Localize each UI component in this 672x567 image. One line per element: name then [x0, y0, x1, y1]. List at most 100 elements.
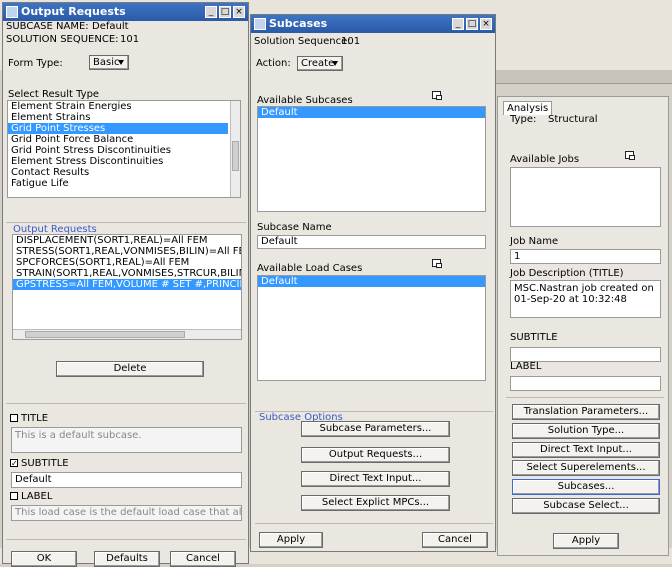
- list-item[interactable]: Grid Point Force Balance: [8, 134, 240, 145]
- list-item[interactable]: GPSTRESS=All FEM,VOLUME # SET #,PRINCIPA: [13, 279, 241, 290]
- solution-sequence-value: 101: [341, 36, 361, 47]
- subtitle-checkbox[interactable]: ✓: [10, 459, 18, 468]
- list-item[interactable]: Element Stress Discontinuities: [8, 156, 240, 167]
- output-requests-button[interactable]: Output Requests...: [301, 447, 450, 463]
- list-item[interactable]: Fatigue Life: [8, 178, 240, 189]
- available-load-cases-label: Available Load Cases: [257, 263, 363, 274]
- ok-button[interactable]: OK: [11, 551, 77, 567]
- output-requests-title: Output Requests: [21, 5, 126, 18]
- subcases-cancel-button[interactable]: Cancel: [422, 532, 488, 548]
- label-checkbox-label: LABEL: [21, 491, 53, 502]
- output-requests-window: Output Requests _ □ × SUBCASE NAME: Defa…: [2, 2, 249, 567]
- form-type-value: Basic: [93, 57, 120, 68]
- window-icon: [6, 6, 18, 18]
- scroll-thumb[interactable]: [232, 141, 239, 171]
- job-description-line1: MSC.Nastran job created on: [514, 283, 654, 294]
- list-item[interactable]: Default: [258, 107, 485, 118]
- list-item[interactable]: Element Strain Energies: [8, 101, 240, 112]
- subtitle-field[interactable]: [510, 347, 661, 362]
- minimize-icon[interactable]: _: [205, 6, 217, 18]
- subcase-parameters-button[interactable]: Subcase Parameters...: [301, 421, 450, 437]
- available-jobs-list[interactable]: [510, 167, 661, 227]
- subcase-name-label: Subcase Name: [257, 222, 332, 233]
- select-result-type-label: Select Result Type: [8, 89, 100, 100]
- select-superelements-button[interactable]: Select Superelements...: [512, 460, 660, 476]
- subcases-window: Subcases _ □ × Solution Sequence: 101 Ac…: [250, 14, 496, 552]
- available-subcases-list[interactable]: Default: [257, 106, 486, 212]
- type-label: Type:: [510, 114, 537, 125]
- action-dropdown[interactable]: Create: [297, 56, 343, 71]
- solution-sequence-label: SOLUTION SEQUENCE:: [6, 34, 119, 45]
- available-subcases-label: Available Subcases: [257, 95, 353, 106]
- form-type-dropdown[interactable]: Basic: [89, 55, 129, 70]
- direct-text-input-button[interactable]: Direct Text Input...: [301, 471, 450, 487]
- maximize-icon[interactable]: □: [466, 18, 478, 30]
- subcase-select-button[interactable]: Subcase Select...: [512, 498, 660, 514]
- output-requests-titlebar[interactable]: Output Requests _ □ ×: [3, 3, 248, 21]
- defaults-button[interactable]: Defaults: [94, 551, 160, 567]
- separator: [255, 411, 493, 412]
- analysis-panel: Analysis Type: Structural Available Jobs…: [497, 96, 669, 556]
- analysis-tab[interactable]: Analysis: [503, 101, 553, 115]
- list-item[interactable]: Grid Point Stress Discontinuities: [8, 145, 240, 156]
- chevron-down-icon: [332, 61, 338, 66]
- subcases-titlebar[interactable]: Subcases _ □ ×: [251, 15, 495, 33]
- output-requests-list[interactable]: DISPLACEMENT(SORT1,REAL)=All FEM STRESS(…: [12, 234, 242, 340]
- separator: [6, 222, 246, 223]
- subcases-button[interactable]: Subcases...: [512, 479, 660, 495]
- action-label: Action:: [256, 58, 291, 69]
- select-explicit-mpcs-button[interactable]: Select Explict MPCs...: [301, 495, 450, 511]
- subcase-name-field[interactable]: Default: [257, 235, 486, 249]
- subcase-name-value: Default: [92, 21, 129, 32]
- list-item[interactable]: Default: [258, 276, 485, 287]
- output-requests-scrollbar[interactable]: [13, 329, 241, 339]
- label-field[interactable]: This load case is the default load case …: [11, 505, 242, 521]
- label-field[interactable]: [510, 376, 661, 391]
- filter-icon[interactable]: [432, 259, 442, 268]
- job-description-label: Job Description (TITLE): [510, 268, 624, 279]
- background-toolbar-strip: [490, 70, 672, 84]
- list-item[interactable]: SPCFORCES(SORT1,REAL)=All FEM: [13, 257, 241, 268]
- analysis-apply-button[interactable]: Apply: [553, 533, 619, 549]
- list-item[interactable]: Element Strains: [8, 112, 240, 123]
- maximize-icon[interactable]: □: [219, 6, 231, 18]
- filter-icon[interactable]: [625, 151, 635, 160]
- title-checkbox-label: TITLE: [21, 413, 49, 424]
- job-description-line2: 01-Sep-20 at 10:32:48: [514, 294, 627, 305]
- title-field[interactable]: This is a default subcase.: [11, 427, 242, 453]
- list-item[interactable]: Contact Results: [8, 167, 240, 178]
- list-item[interactable]: DISPLACEMENT(SORT1,REAL)=All FEM: [13, 235, 241, 246]
- delete-button[interactable]: Delete: [56, 361, 204, 377]
- solution-sequence-label: Solution Sequence:: [254, 36, 351, 47]
- available-load-cases-list[interactable]: Default: [257, 275, 486, 381]
- subtitle-label: SUBTITLE: [510, 332, 558, 343]
- translation-parameters-button[interactable]: Translation Parameters...: [512, 404, 660, 420]
- cancel-button[interactable]: Cancel: [170, 551, 236, 567]
- result-type-scrollbar[interactable]: [230, 101, 240, 197]
- available-jobs-label: Available Jobs: [510, 154, 580, 165]
- subtitle-field[interactable]: Default: [11, 472, 242, 488]
- label-checkbox[interactable]: [10, 492, 18, 500]
- subcases-apply-button[interactable]: Apply: [259, 532, 323, 548]
- direct-text-input-button[interactable]: Direct Text Input...: [512, 442, 660, 458]
- scroll-thumb[interactable]: [25, 331, 185, 338]
- separator: [6, 403, 246, 404]
- minimize-icon[interactable]: _: [452, 18, 464, 30]
- list-item[interactable]: STRESS(SORT1,REAL,VONMISES,BILIN)=All FE…: [13, 246, 241, 257]
- job-description-field[interactable]: MSC.Nastran job created on 01-Sep-20 at …: [510, 280, 661, 318]
- title-checkbox[interactable]: [10, 414, 18, 422]
- job-name-field[interactable]: 1: [510, 249, 661, 264]
- separator: [506, 397, 664, 398]
- separator: [6, 539, 246, 540]
- list-item[interactable]: Grid Point Stresses: [8, 123, 228, 134]
- close-icon[interactable]: ×: [233, 6, 245, 18]
- filter-icon[interactable]: [432, 91, 442, 100]
- list-item[interactable]: STRAIN(SORT1,REAL,VONMISES,STRCUR,BILIN): [13, 268, 241, 279]
- solution-type-button[interactable]: Solution Type...: [512, 423, 660, 439]
- window-icon: [254, 18, 266, 30]
- job-name-label: Job Name: [510, 236, 559, 247]
- subcase-name-label: SUBCASE NAME:: [6, 21, 89, 32]
- action-value: Create: [301, 58, 335, 69]
- close-icon[interactable]: ×: [480, 18, 492, 30]
- result-type-list[interactable]: Element Strain Energies Element Strains …: [7, 100, 241, 198]
